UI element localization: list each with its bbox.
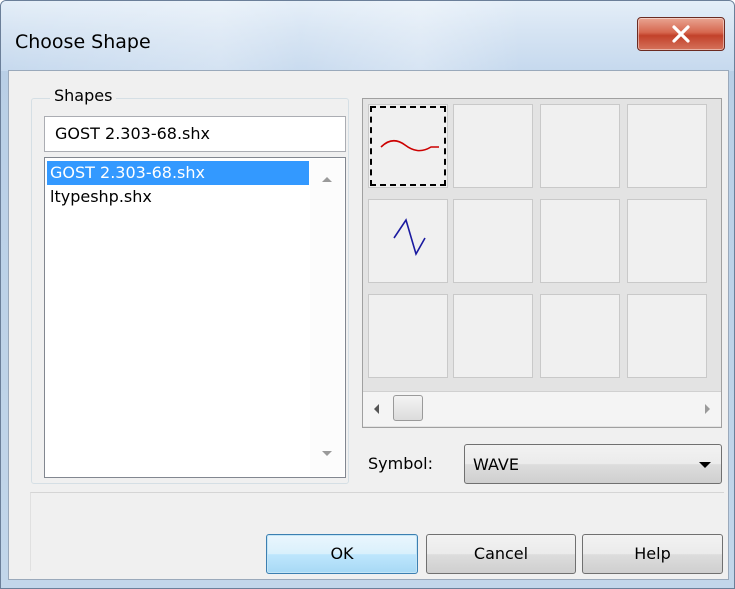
shape-preview-grid: [362, 98, 722, 428]
shape-cell[interactable]: [540, 199, 620, 283]
close-button[interactable]: [637, 17, 725, 51]
list-item[interactable]: GOST 2.303-68.shx: [47, 161, 309, 185]
shape-cell[interactable]: [627, 104, 707, 188]
window-title: Choose Shape: [15, 31, 151, 53]
shape-cell[interactable]: [627, 294, 707, 378]
help-button[interactable]: Help: [582, 534, 723, 574]
symbol-value: WAVE: [473, 455, 519, 474]
scroll-down-icon[interactable]: [322, 451, 332, 456]
scroll-left-icon[interactable]: [374, 404, 379, 414]
title-bar: Choose Shape: [1, 1, 734, 71]
ok-button[interactable]: OK: [266, 534, 418, 574]
shape-cell[interactable]: [540, 104, 620, 188]
shape-file-list[interactable]: GOST 2.303-68.shx ltypeshp.shx: [44, 157, 346, 478]
zigzag-shape-icon: [393, 218, 426, 257]
close-icon: [672, 25, 690, 43]
shape-cell[interactable]: [627, 199, 707, 283]
scroll-thumb[interactable]: [393, 395, 423, 421]
symbol-dropdown[interactable]: WAVE: [464, 444, 722, 484]
symbol-label: Symbol:: [368, 454, 433, 473]
grid-horizontal-scrollbar[interactable]: [363, 391, 721, 426]
shape-cell[interactable]: [453, 104, 533, 188]
shape-cell[interactable]: [368, 294, 448, 378]
chevron-down-icon[interactable]: [699, 462, 711, 468]
list-item[interactable]: ltypeshp.shx: [47, 185, 309, 209]
list-vertical-scrollbar[interactable]: [310, 159, 344, 476]
shapes-group-label: Shapes: [50, 86, 117, 105]
wave-shape-icon: [380, 139, 439, 152]
scroll-up-icon[interactable]: [322, 177, 332, 182]
shape-cell[interactable]: [540, 294, 620, 378]
cancel-button[interactable]: Cancel: [426, 534, 576, 574]
shape-cell[interactable]: [368, 199, 448, 283]
shape-file-field[interactable]: GOST 2.303-68.shx: [44, 116, 346, 152]
shape-cell[interactable]: [453, 294, 533, 378]
shape-cell[interactable]: [368, 104, 448, 188]
shape-cell[interactable]: [453, 199, 533, 283]
scroll-right-icon[interactable]: [705, 404, 710, 414]
